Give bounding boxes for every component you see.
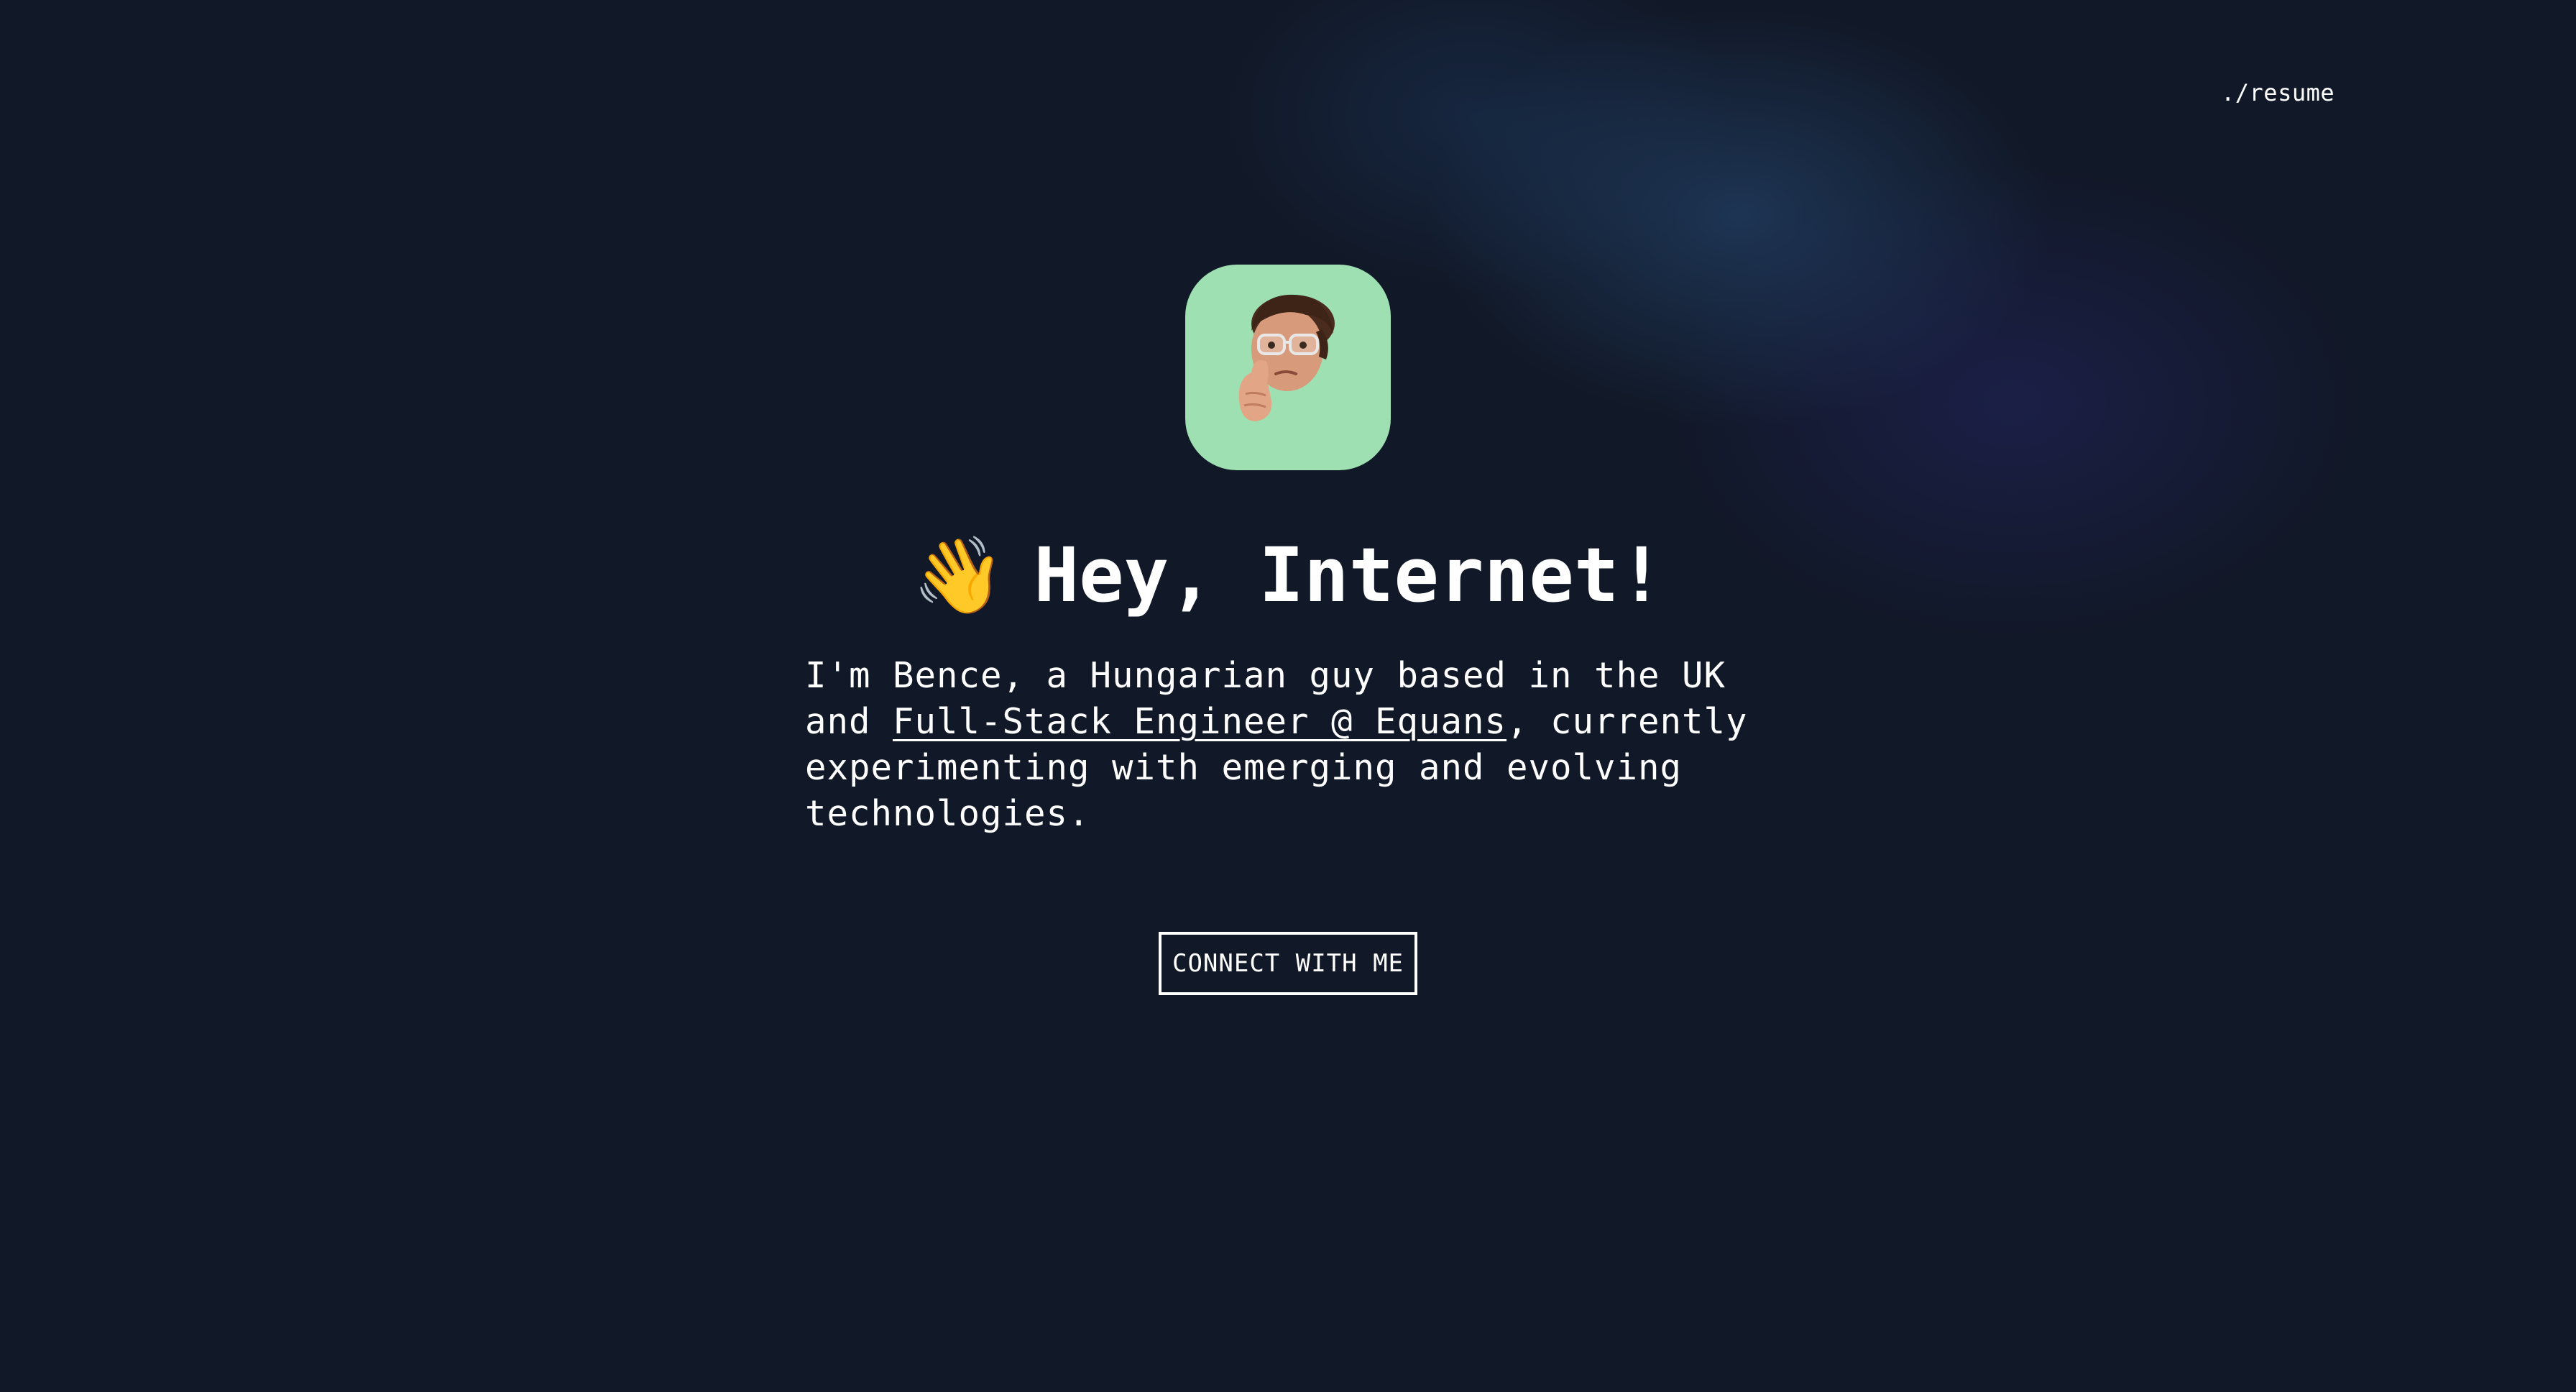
page-title-text: Hey, Internet! (1034, 531, 1665, 619)
connect-button[interactable]: CONNECT WITH ME (1159, 932, 1417, 995)
waving-hand-icon: 👋 (911, 531, 1006, 619)
bio-paragraph: I'm Bence, a Hungarian guy based in the … (805, 653, 1797, 837)
resume-link[interactable]: ./resume (2221, 79, 2334, 106)
avatar (1185, 265, 1391, 470)
job-link[interactable]: Full-Stack Engineer @ Equans (893, 701, 1506, 742)
memoji-avatar-icon (1238, 294, 1335, 421)
page-title: 👋 Hey, Internet! (0, 528, 2576, 622)
